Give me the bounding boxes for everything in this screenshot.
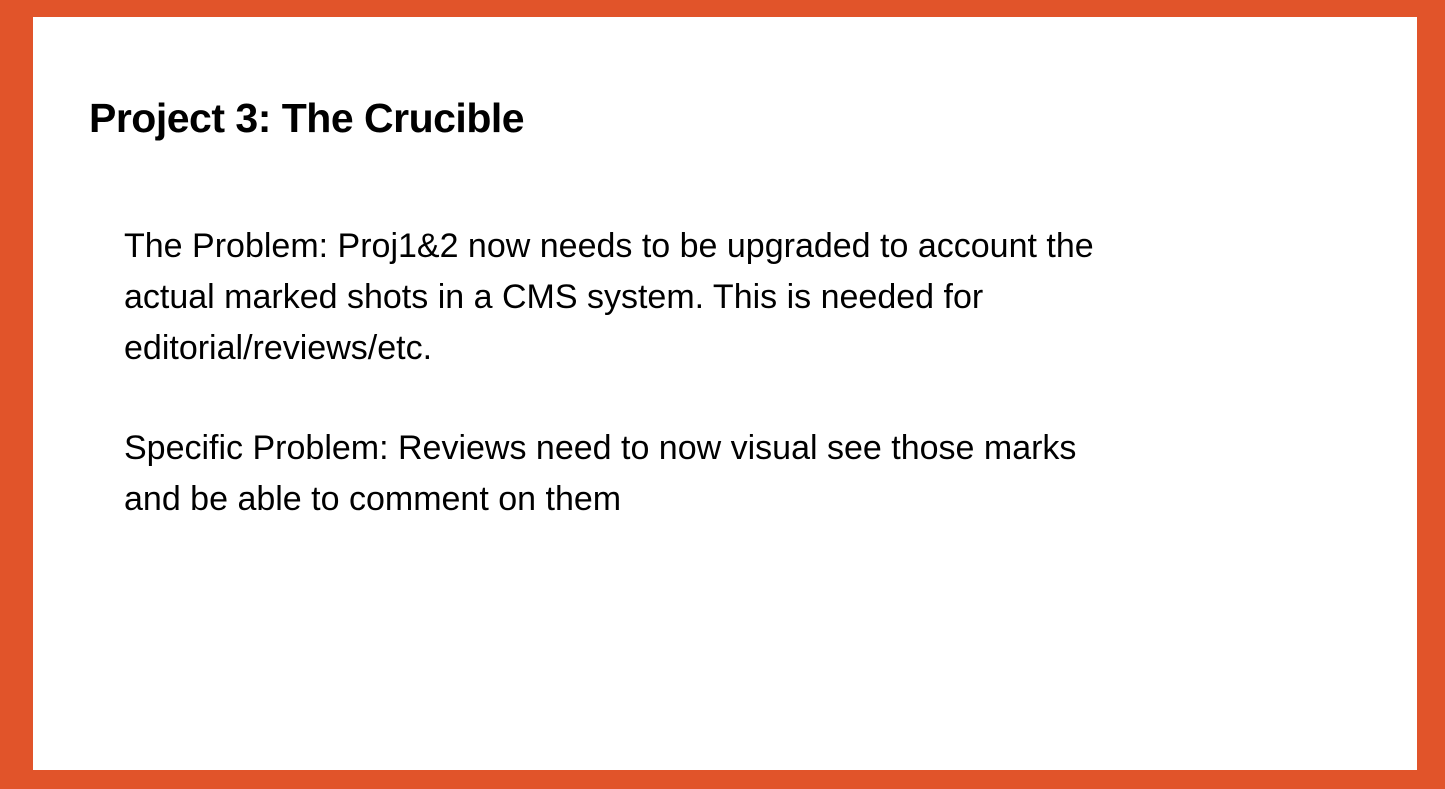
slide-title: Project 3: The Crucible <box>89 95 525 141</box>
slide-canvas: Project 3: The Crucible The Problem: Pro… <box>33 17 1417 770</box>
slide-frame: Project 3: The Crucible The Problem: Pro… <box>0 0 1445 789</box>
slide-body: The Problem: Proj1&2 now needs to be upg… <box>124 221 1124 525</box>
problem-paragraph: The Problem: Proj1&2 now needs to be upg… <box>124 227 1094 367</box>
specific-problem-paragraph: Specific Problem: Reviews need to now vi… <box>124 429 1077 518</box>
